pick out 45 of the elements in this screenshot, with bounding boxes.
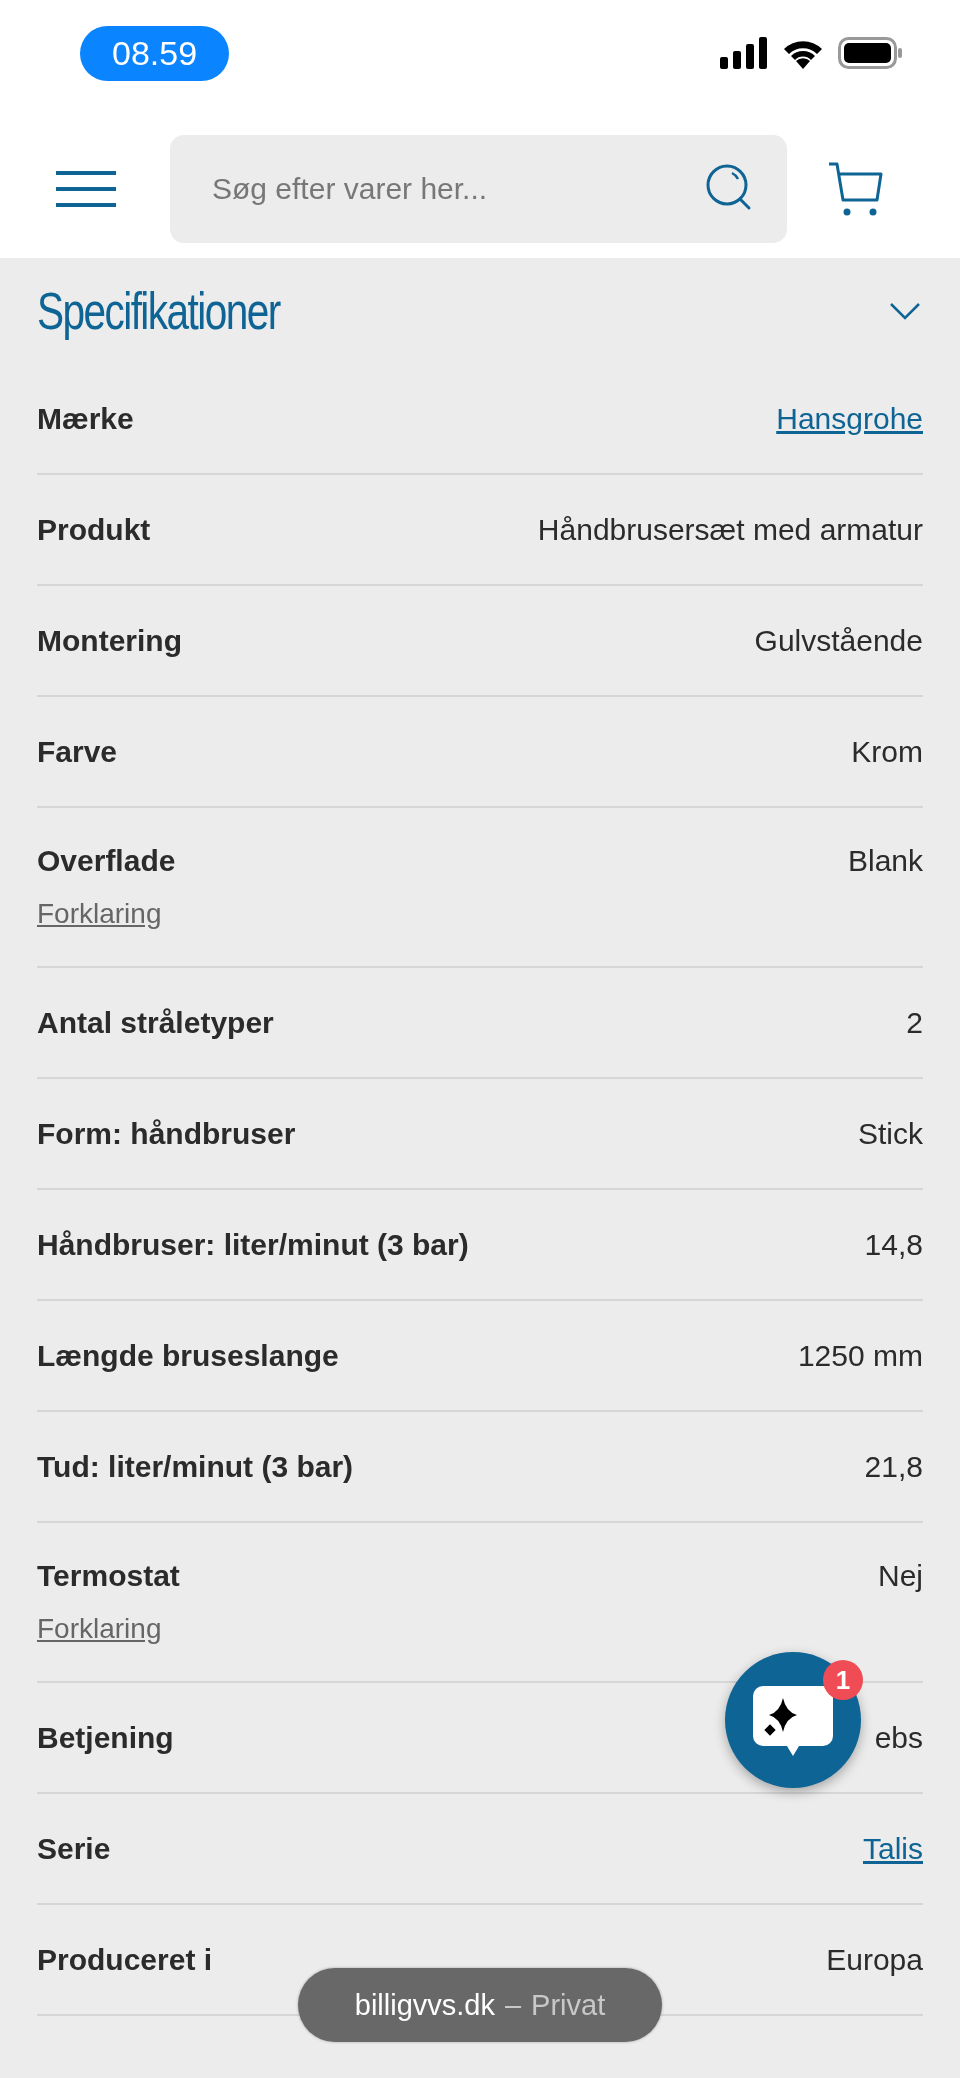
notification-badge: 1 [823,1660,863,1700]
spec-label: Antal stråletyper [37,1005,274,1040]
spec-value: ebs [874,1720,923,1755]
cart-icon[interactable] [827,160,885,218]
spec-value: Nej [878,1559,923,1593]
explanation-link[interactable]: Forklaring [37,1613,162,1645]
explanation-link[interactable]: Forklaring [37,898,162,930]
section-title: Specifikationer [37,281,280,341]
spec-label: Termostat [37,1559,180,1593]
status-time: 08.59 [80,25,230,81]
spec-value: 21,8 [864,1449,923,1484]
spec-label: Produkt [37,512,151,547]
spec-label: Montering [37,623,182,658]
spec-label: Produceret i [37,1942,213,1977]
spec-label: Farve [37,734,118,769]
search-input[interactable]: Søg efter varer her... [210,171,705,207]
url-domain: billigvvs.dk [354,1988,495,2022]
url-pill[interactable]: billigvvs.dk – Privat [298,1968,662,2042]
chevron-icon[interactable] [889,301,921,321]
spec-link[interactable]: Talis [863,1831,923,1866]
spec-value: 1250 mm [797,1338,923,1373]
spec-value: 2 [906,1005,923,1040]
chat-button[interactable]: 1 [725,1652,861,1788]
spec-label: Mærke [37,401,134,436]
url-separator: – [504,1988,522,2022]
browsing-mode: Privat [531,1988,606,2022]
spec-label: Form: håndbruser [37,1116,296,1151]
spec-value: Håndbrusersæt med armatur [537,512,923,547]
spec-label: Serie [37,1831,111,1866]
spec-value: Krom [851,734,923,769]
spec-value: Blank [847,844,923,878]
spec-label: Håndbruser: liter/minut (3 bar) [37,1227,469,1262]
spec-label: Betjening [37,1720,174,1755]
spec-value: 14,8 [864,1227,923,1262]
spec-label: Tud: liter/minut (3 bar) [37,1449,354,1484]
spec-link[interactable]: Hansgrohe [776,401,923,436]
battery-icon [838,37,904,69]
spec-value: Stick [858,1116,923,1151]
spec-value: Europa [826,1942,923,1977]
signal-icon [720,37,768,69]
search-field[interactable]: Søg efter varer her... [170,135,787,243]
menu-button[interactable] [56,169,116,209]
spec-label: Længde bruseslange [37,1338,339,1373]
spec-label: Overflade [37,844,176,878]
spec-value: Gulvstående [754,623,923,658]
